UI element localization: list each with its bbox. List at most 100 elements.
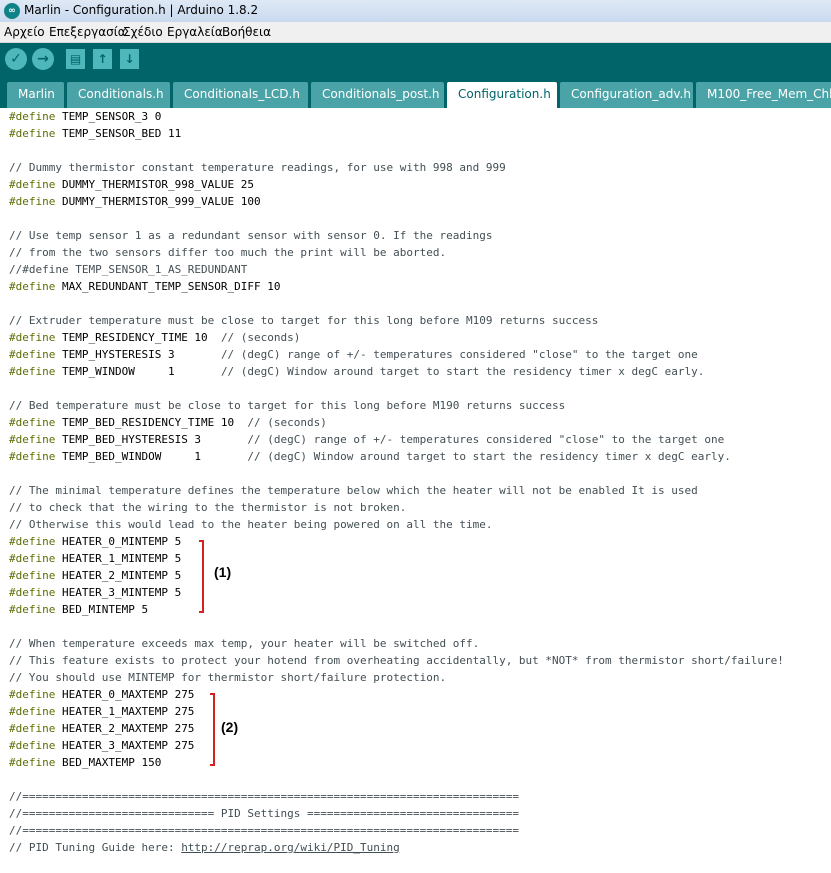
code-comment: // The minimal temperature defines the t… — [9, 484, 698, 497]
code-comment: //======================================… — [9, 824, 519, 837]
code-line: #define TEMP_BED_WINDOW 1 // (degC) Wind… — [9, 448, 784, 465]
code-link[interactable]: http://reprap.org/wiki/PID_Tuning — [181, 841, 400, 854]
code-line: // Use temp sensor 1 as a redundant sens… — [9, 227, 784, 244]
upload-icon: → — [37, 51, 49, 67]
code-line: #define DUMMY_THERMISTOR_999_VALUE 100 — [9, 193, 784, 210]
open-icon: ↑ — [97, 52, 108, 66]
code-line: #define TEMP_SENSOR_BED 11 — [9, 125, 784, 142]
tab-conditionals[interactable]: Conditionals.h — [67, 82, 170, 108]
code-text: HEATER_2_MAXTEMP 275 — [55, 722, 195, 735]
code-line: #define BED_MAXTEMP 150 — [9, 754, 784, 771]
code-keyword: #define — [9, 365, 56, 378]
code-line: #define HEATER_2_MAXTEMP 275 — [9, 720, 784, 737]
code-line: #define DUMMY_THERMISTOR_998_VALUE 25 — [9, 176, 784, 193]
code-comment: // PID Tuning Guide here: — [9, 841, 182, 854]
code-keyword: #define — [9, 195, 56, 208]
tab-bar: Marlin Conditionals.h Conditionals_LCD.h… — [0, 77, 831, 108]
tab-m100-free-mem[interactable]: M100_Free_Mem_Chk — [696, 82, 831, 108]
code-editor[interactable]: #define TEMP_SENSOR_3 0 #define TEMP_SENS… — [0, 108, 831, 873]
code-keyword: #define — [9, 739, 56, 752]
code-keyword: #define — [9, 280, 56, 293]
code-comment: // Dummy thermistor constant temperature… — [9, 161, 506, 174]
code-line: #define TEMP_WINDOW 1 // (degC) Window a… — [9, 363, 784, 380]
code-keyword: #define — [9, 331, 56, 344]
code-line: //============================= PID Sett… — [9, 805, 784, 822]
code-text: HEATER_0_MAXTEMP 275 — [55, 688, 195, 701]
upload-button[interactable]: → — [32, 48, 54, 70]
code-keyword: #define — [9, 756, 56, 769]
code-comment: // (seconds) — [220, 331, 301, 344]
code-text: BED_MAXTEMP 150 — [55, 756, 162, 769]
code-line: #define TEMP_RESIDENCY_TIME 10 // (secon… — [9, 329, 784, 346]
menu-file[interactable]: Αρχείο — [4, 25, 45, 39]
code-keyword: #define — [9, 552, 56, 565]
code-lines: #define TEMP_SENSOR_3 0 #define TEMP_SENS… — [9, 108, 784, 856]
code-text: BED_MINTEMP 5 — [55, 603, 149, 616]
code-line: #define TEMP_BED_RESIDENCY_TIME 10 // (s… — [9, 414, 784, 431]
code-line: #define HEATER_1_MAXTEMP 275 — [9, 703, 784, 720]
save-button[interactable]: ↓ — [120, 49, 139, 69]
code-comment: //============================= PID Sett… — [9, 807, 519, 820]
code-text: TEMP_HYSTERESIS 3 — [55, 348, 221, 361]
code-comment: // You should use MINTEMP for thermistor… — [9, 671, 447, 684]
verify-button[interactable]: ✓ — [5, 48, 27, 70]
code-line: // Otherwise this would lead to the heat… — [9, 516, 784, 533]
code-comment: // (seconds) — [247, 416, 327, 429]
open-button[interactable]: ↑ — [93, 49, 112, 69]
new-icon: ▤ — [69, 52, 82, 66]
menu-edit[interactable]: Επεξεργασία — [49, 25, 126, 39]
code-comment: //#define TEMP_SENSOR_1_AS_REDUNDANT — [9, 263, 248, 276]
tab-configuration-adv[interactable]: Configuration_adv.h — [560, 82, 693, 108]
menu-tools[interactable]: Εργαλεία — [167, 25, 223, 39]
code-text: TEMP_BED_HYSTERESIS 3 — [55, 433, 248, 446]
code-text: TEMP_RESIDENCY_TIME 10 — [55, 331, 221, 344]
code-line: #define HEATER_0_MINTEMP 5 — [9, 533, 784, 550]
save-icon: ↓ — [124, 52, 135, 66]
code-line: //#define TEMP_SENSOR_1_AS_REDUNDANT — [9, 261, 784, 278]
code-comment: // (degC) range of +/- temperatures cons… — [220, 348, 698, 361]
code-comment: // Bed temperature must be close to targ… — [9, 399, 566, 412]
code-line: #define TEMP_SENSOR_3 0 — [9, 108, 784, 125]
tab-conditionals-post[interactable]: Conditionals_post.h — [311, 82, 444, 108]
tab-configuration[interactable]: Configuration.h — [447, 82, 557, 108]
code-comment: // Use temp sensor 1 as a redundant sens… — [9, 229, 493, 242]
code-text: TEMP_WINDOW 1 — [55, 365, 221, 378]
code-line: #define MAX_REDUNDANT_TEMP_SENSOR_DIFF 1… — [9, 278, 784, 295]
arduino-logo-icon: ∞ — [4, 3, 20, 19]
verify-icon: ✓ — [10, 51, 22, 67]
tab-marlin[interactable]: Marlin — [7, 82, 64, 108]
code-text: HEATER_2_MINTEMP 5 — [55, 569, 182, 582]
code-comment: // (degC) Window around target to start … — [220, 365, 705, 378]
annotation-label-2: (2) — [221, 719, 239, 735]
new-button[interactable]: ▤ — [66, 49, 85, 69]
code-keyword: #define — [9, 569, 56, 582]
code-text: HEATER_3_MAXTEMP 275 — [55, 739, 195, 752]
code-keyword: #define — [9, 127, 56, 140]
code-line: #define HEATER_1_MINTEMP 5 — [9, 550, 784, 567]
code-keyword: #define — [9, 450, 56, 463]
code-text: DUMMY_THERMISTOR_999_VALUE 100 — [55, 195, 261, 208]
code-keyword: #define — [9, 722, 56, 735]
code-comment: // from the two sensors differ too much … — [9, 246, 447, 259]
code-line: // to check that the wiring to the therm… — [9, 499, 784, 516]
window-title: Marlin - Configuration.h | Arduino 1.8.2 — [24, 3, 259, 17]
menu-help[interactable]: Βοήθεια — [222, 25, 271, 39]
code-keyword: #define — [9, 416, 56, 429]
code-line: // Bed temperature must be close to targ… — [9, 397, 784, 414]
code-line: // Dummy thermistor constant temperature… — [9, 159, 784, 176]
code-line: // You should use MINTEMP for thermistor… — [9, 669, 784, 686]
code-comment: // (degC) Window around target to start … — [247, 450, 731, 463]
menu-sketch[interactable]: Σχέδιο — [123, 25, 163, 39]
tab-conditionals-lcd[interactable]: Conditionals_LCD.h — [173, 82, 308, 108]
code-comment: // This feature exists to protect your h… — [9, 654, 784, 667]
code-keyword: #define — [9, 603, 56, 616]
menu-bar: Αρχείο Επεξεργασία Σχέδιο Εργαλεία Βοήθε… — [0, 22, 831, 43]
code-line: #define HEATER_3_MAXTEMP 275 — [9, 737, 784, 754]
code-keyword: #define — [9, 110, 56, 123]
code-comment: // When temperature exceeds max temp, yo… — [9, 637, 480, 650]
